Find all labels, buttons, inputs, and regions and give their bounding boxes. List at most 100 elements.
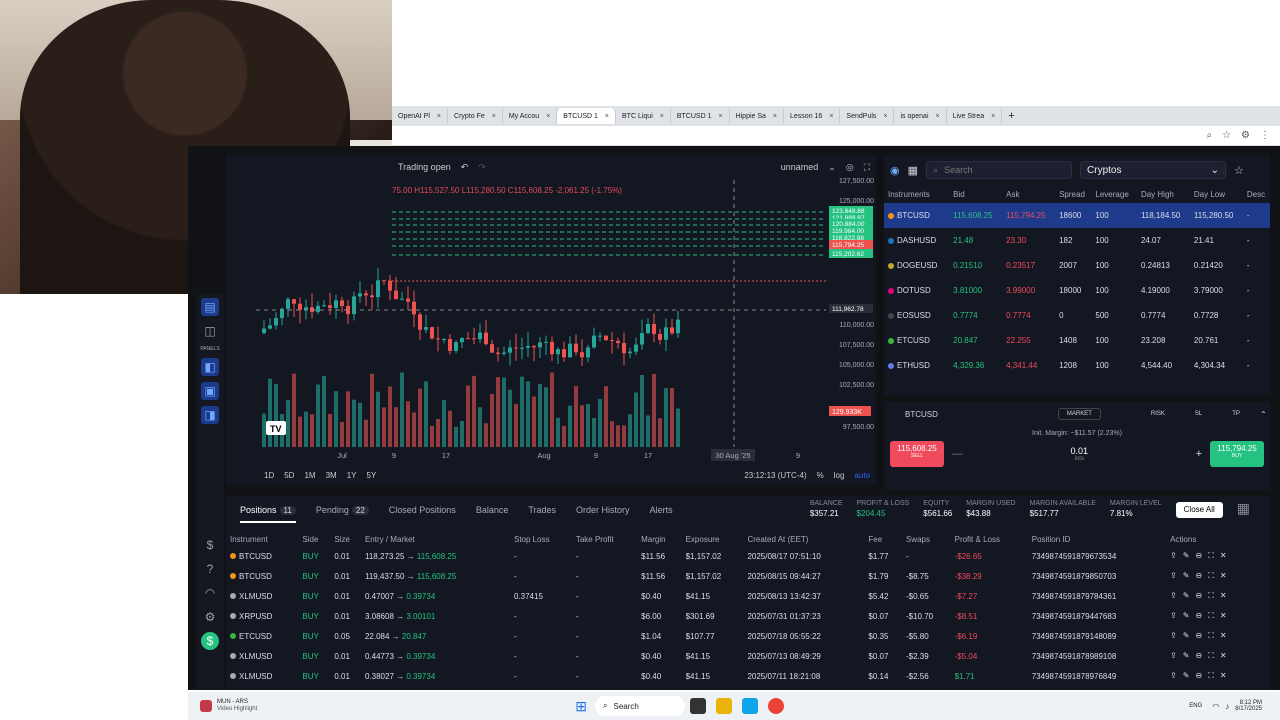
edit-icon[interactable]: ✎ xyxy=(1183,671,1190,680)
instrument-row[interactable]: DASHUSD 21.48 23.30 182 100 24.07 21.41 - xyxy=(884,228,1270,253)
column-header[interactable]: Desc xyxy=(1243,185,1270,203)
browser-tab[interactable]: My Accou × xyxy=(503,108,558,124)
panel-icon-1[interactable]: ◧ xyxy=(201,358,219,376)
column-header[interactable]: Ask xyxy=(1002,185,1055,203)
close-position-icon[interactable]: ⊖ xyxy=(1196,631,1203,640)
collapse-icon[interactable]: ⌃ xyxy=(1260,410,1267,419)
delete-icon[interactable]: ✕ xyxy=(1220,551,1227,560)
watchlist-icon[interactable]: ◉ xyxy=(890,164,900,177)
panels-icon[interactable]: ◫ xyxy=(201,322,219,340)
position-row[interactable]: XLMUSD BUY 0.01 0.47007 → 0.39734 0.37415- $0… xyxy=(226,586,1270,606)
expand-icon[interactable]: ⛶ xyxy=(1208,651,1214,660)
column-header[interactable]: Spread xyxy=(1055,185,1091,203)
dollar-icon[interactable]: $ xyxy=(201,536,219,554)
more-icon[interactable]: ⋮ xyxy=(1260,130,1270,141)
order-type-button[interactable]: MARKET xyxy=(1057,408,1101,420)
browser-tab[interactable]: Lesson 16 × xyxy=(784,108,841,124)
percent-toggle[interactable]: % xyxy=(817,471,824,480)
column-header[interactable]: Instrument xyxy=(226,532,298,546)
close-position-icon[interactable]: ⊖ xyxy=(1196,671,1203,680)
delete-icon[interactable]: ✕ xyxy=(1220,651,1227,660)
edit-icon[interactable]: ✎ xyxy=(1183,651,1190,660)
browser-tab[interactable]: SendPuls × xyxy=(840,108,895,124)
volume-icon[interactable]: ♪ xyxy=(1225,702,1229,711)
share-icon[interactable]: ⇪ xyxy=(1170,651,1177,660)
positions-tab[interactable]: Alerts xyxy=(650,505,673,515)
quantity-stepper[interactable]: 0.01 lots xyxy=(971,446,1188,462)
close-position-icon[interactable]: ⊖ xyxy=(1196,651,1203,660)
expand-icon[interactable]: ⛶ xyxy=(1208,671,1214,680)
column-header[interactable]: Bid xyxy=(949,185,1002,203)
close-icon[interactable]: × xyxy=(546,113,550,120)
share-icon[interactable]: ⇪ xyxy=(1170,611,1177,620)
edit-icon[interactable]: ✎ xyxy=(1183,571,1190,580)
position-row[interactable]: BTCUSD BUY 0.01 118,273.25 → 115,608.25- - $1… xyxy=(226,546,1270,566)
column-header[interactable]: Exposure xyxy=(682,532,744,546)
position-row[interactable]: BTCUSD BUY 0.01 119,437.50 → 115,608.25- - $1… xyxy=(226,566,1270,586)
fullscreen-icon[interactable]: ⛶ xyxy=(864,162,870,173)
redo-icon[interactable]: ↷ xyxy=(478,162,486,173)
panel-icon-2[interactable]: ▣ xyxy=(201,382,219,400)
instrument-row[interactable]: ETHUSD 4,329.36 4,341.44 1208 100 4,544.40 4,3… xyxy=(884,353,1270,378)
log-toggle[interactable]: log xyxy=(834,471,845,480)
browser-tab[interactable]: is openai × xyxy=(894,108,947,124)
column-header[interactable]: Take Profit xyxy=(572,532,637,546)
layout-grid-icon[interactable]: ▦ xyxy=(1237,500,1250,518)
positions-tab[interactable]: Pending 22 xyxy=(316,505,369,515)
wifi-icon[interactable]: ◠ xyxy=(201,584,219,602)
extensions-icon[interactable]: ⚙ xyxy=(1241,130,1250,141)
close-icon[interactable]: × xyxy=(936,113,940,120)
grid-icon[interactable]: ▦ xyxy=(908,164,918,177)
delete-icon[interactable]: ✕ xyxy=(1220,631,1227,640)
browser-tab[interactable]: BTCUSD 1 × xyxy=(671,108,730,124)
browser-tab[interactable]: Live Strea × xyxy=(947,108,1003,124)
settings-icon[interactable]: ⚙ xyxy=(201,608,219,626)
tp-button[interactable]: TP xyxy=(1232,411,1240,417)
share-icon[interactable]: ⇪ xyxy=(1170,551,1177,560)
star-icon[interactable]: ☆ xyxy=(1222,130,1231,141)
price-chart[interactable]: 127,500.00 125,000.00 110,000.00 107,500.00… xyxy=(226,155,876,485)
language-indicator[interactable]: ENG xyxy=(1189,703,1202,709)
column-header[interactable]: Side xyxy=(298,532,330,546)
file-explorer-icon[interactable] xyxy=(716,698,732,714)
chart-canvas[interactable]: 127,500.00 125,000.00 110,000.00 107,500.00… xyxy=(226,155,876,465)
column-header[interactable]: Fee xyxy=(864,532,902,546)
star-icon[interactable]: ☆ xyxy=(1234,164,1244,177)
chart-tool-icon[interactable]: ▤ xyxy=(201,298,219,316)
column-header[interactable]: Actions xyxy=(1166,532,1270,546)
expand-icon[interactable]: ⛶ xyxy=(1208,631,1214,640)
risk-button[interactable]: RISK xyxy=(1151,411,1165,417)
instrument-row[interactable]: ETCUSD 20.847 22.255 1408 100 23.208 20.761 - xyxy=(884,328,1270,353)
delete-icon[interactable]: ✕ xyxy=(1220,571,1227,580)
close-icon[interactable]: × xyxy=(718,113,722,120)
column-header[interactable]: Leverage xyxy=(1091,185,1137,203)
close-position-icon[interactable]: ⊖ xyxy=(1196,551,1203,560)
instrument-row[interactable]: DOTUSD 3.81000 3.99000 18000 100 4.19000 3.790… xyxy=(884,278,1270,303)
wifi-icon[interactable]: ◠ xyxy=(1212,702,1219,711)
positions-tab[interactable]: Closed Positions xyxy=(389,505,456,515)
range-3m[interactable]: 3M xyxy=(326,471,337,480)
buy-button[interactable]: 115,794.25 BUY xyxy=(1210,441,1264,467)
column-header[interactable]: Day Low xyxy=(1190,185,1243,203)
search-icon[interactable]: ⌕ xyxy=(1206,130,1212,141)
minus-icon[interactable]: — xyxy=(952,448,963,460)
edit-icon[interactable]: ✎ xyxy=(1183,631,1190,640)
sl-button[interactable]: SL xyxy=(1195,411,1202,417)
edit-icon[interactable]: ✎ xyxy=(1183,611,1190,620)
close-all-button[interactable]: Close All xyxy=(1175,502,1223,518)
range-1d[interactable]: 1D xyxy=(264,471,274,480)
close-position-icon[interactable]: ⊖ xyxy=(1196,591,1203,600)
undo-icon[interactable]: ↶ xyxy=(461,162,469,173)
close-icon[interactable]: × xyxy=(829,113,833,120)
browser-tab[interactable]: Crypto Fe × xyxy=(448,108,503,124)
delete-icon[interactable]: ✕ xyxy=(1220,611,1227,620)
search-input[interactable]: ⌕ Search xyxy=(926,161,1073,179)
close-icon[interactable]: × xyxy=(492,113,496,120)
close-icon[interactable]: × xyxy=(991,113,995,120)
panel-icon-3[interactable]: ◨ xyxy=(201,406,219,424)
category-select[interactable]: Cryptos ⌄ xyxy=(1080,161,1227,179)
share-icon[interactable]: ⇪ xyxy=(1170,671,1177,680)
browser-tab[interactable]: Hippie Sa × xyxy=(730,108,785,124)
edge-icon[interactable] xyxy=(742,698,758,714)
close-icon[interactable]: × xyxy=(437,113,441,120)
